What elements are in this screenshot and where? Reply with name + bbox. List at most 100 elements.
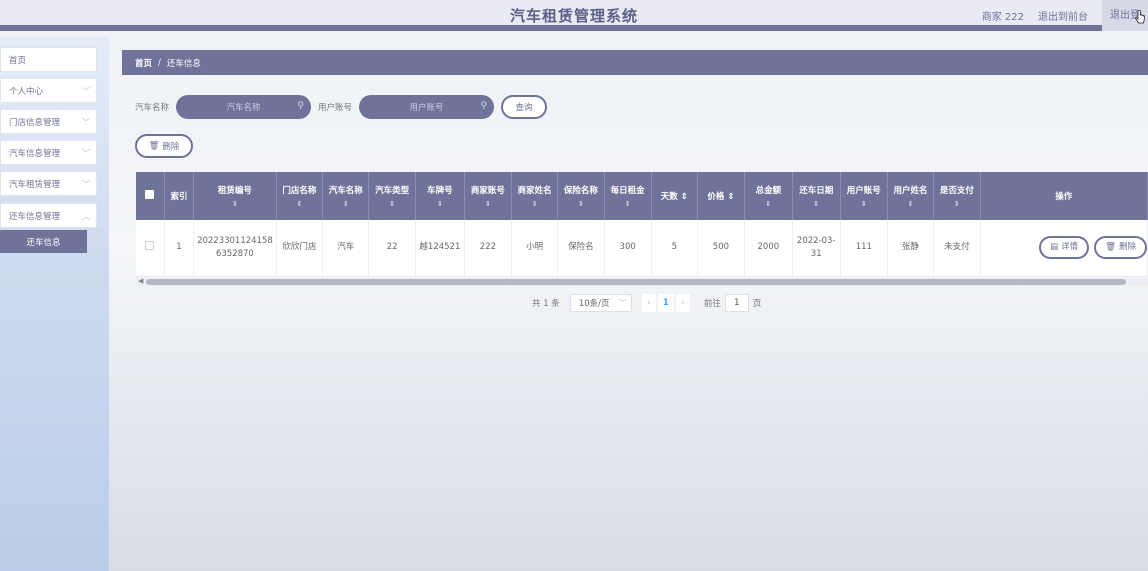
sort-icon[interactable]: ⇕ bbox=[371, 200, 413, 208]
page-size-select[interactable]: 10条/页 ﹀ bbox=[569, 294, 632, 312]
column-header[interactable]: 天数 ⇕ bbox=[651, 172, 698, 220]
horizontal-scrollbar[interactable]: ◀ bbox=[136, 277, 1148, 286]
batch-delete-button[interactable]: 🗑 删除 bbox=[135, 134, 193, 158]
column-header[interactable]: 车牌号 ⇕ bbox=[415, 172, 465, 220]
pagination: 共 1 条 10条/页 ﹀ ‹ 1 › 前往 1 页 bbox=[532, 294, 761, 312]
sort-icon[interactable]: ⇕ bbox=[747, 200, 790, 208]
column-header-label: 天数 bbox=[660, 192, 678, 202]
sidebar-item-rental-management[interactable]: 汽车租赁管理 ﹀ bbox=[0, 171, 97, 196]
page-suffix: 页 bbox=[752, 299, 762, 309]
column-header[interactable]: 商家账号 ⇕ bbox=[464, 172, 512, 220]
goto-page-input[interactable]: 1 bbox=[724, 294, 749, 312]
column-header[interactable]: 用户姓名 ⇕ bbox=[887, 172, 935, 220]
table-header-row: 索引 租赁编号 ⇕ 门店名称 ⇕ 汽车名称 ⇕ 汽车类型 ⇕ 车牌号 ⇕ 商家账号 ⇕ 商家… bbox=[136, 172, 1148, 220]
column-header-label: 汽车名称 bbox=[328, 186, 363, 196]
sidebar-item-label: 首页 bbox=[9, 55, 27, 66]
sort-icon[interactable]: ⇕ bbox=[681, 192, 688, 202]
cell-user-name: 张静 bbox=[887, 220, 935, 277]
cell-daily-rent: 300 bbox=[604, 220, 652, 277]
sidebar-item-label: 门店信息管理 bbox=[9, 117, 61, 128]
column-header-label: 总金额 bbox=[755, 186, 782, 196]
select-all-cell[interactable] bbox=[136, 172, 165, 220]
column-header-label: 是否支付 bbox=[939, 186, 974, 196]
sidebar-item-home[interactable]: 首页 bbox=[0, 47, 97, 72]
column-header[interactable]: 汽车类型 ⇕ bbox=[368, 172, 416, 220]
column-header-label: 保险名称 bbox=[563, 186, 598, 196]
chevron-down-icon: ﹀ bbox=[82, 118, 90, 127]
sidebar-item-return-management[interactable]: 还车信息管理 ︿ bbox=[0, 203, 97, 228]
column-header: 操作 bbox=[980, 172, 1148, 220]
row-checkbox[interactable] bbox=[145, 240, 155, 250]
sort-icon[interactable]: ⇕ bbox=[514, 200, 555, 208]
cell-total: 2000 bbox=[744, 220, 793, 277]
sidebar-item-car-management[interactable]: 汽车信息管理 ﹀ bbox=[0, 140, 97, 165]
next-page-button[interactable]: › bbox=[675, 294, 690, 312]
sort-icon[interactable]: ⇕ bbox=[795, 200, 838, 208]
breadcrumb: 首页 / 还车信息 bbox=[122, 50, 1148, 75]
column-header[interactable]: 是否支付 ⇕ bbox=[933, 172, 981, 220]
goto-label: 前往 bbox=[703, 299, 721, 309]
column-header[interactable]: 保险名称 ⇕ bbox=[557, 172, 605, 220]
column-header-label: 用户姓名 bbox=[893, 186, 928, 196]
sort-icon[interactable]: ⇕ bbox=[418, 200, 462, 208]
sidebar-item-label: 汽车信息管理 bbox=[9, 148, 61, 159]
sort-icon[interactable]: ⇕ bbox=[727, 192, 734, 202]
prev-page-button[interactable]: ‹ bbox=[641, 294, 656, 312]
chevron-down-icon: ﹀ bbox=[82, 87, 90, 96]
column-header[interactable]: 商家姓名 ⇕ bbox=[511, 172, 559, 220]
cell-price: 500 bbox=[697, 220, 745, 277]
car-name-label: 汽车名称 bbox=[135, 103, 170, 113]
column-header[interactable]: 用户账号 ⇕ bbox=[840, 172, 888, 220]
sidebar-item-store-management[interactable]: 门店信息管理 ﹀ bbox=[0, 109, 97, 134]
breadcrumb-current: 还车信息 bbox=[166, 58, 201, 69]
select-all-checkbox[interactable] bbox=[145, 190, 155, 199]
sort-icon[interactable]: ⇕ bbox=[467, 200, 509, 208]
cell-insurance: 保险名 bbox=[557, 220, 605, 277]
breadcrumb-home[interactable]: 首页 bbox=[135, 57, 152, 69]
scroll-left-icon[interactable]: ◀ bbox=[138, 277, 143, 285]
cell-actions: ▤ 详情 🗑 删除 bbox=[980, 220, 1148, 277]
back-to-front-link[interactable]: 退出到前台 bbox=[1038, 8, 1088, 23]
column-header-label: 租赁编号 bbox=[217, 186, 252, 196]
column-header[interactable]: 价格 ⇕ bbox=[697, 172, 745, 220]
query-button[interactable]: 查询 bbox=[501, 95, 548, 119]
sort-icon[interactable]: ⇕ bbox=[196, 200, 274, 208]
sidebar-subitem-return-info[interactable]: 还车信息 bbox=[0, 230, 87, 253]
column-header[interactable]: 总金额 ⇕ bbox=[744, 172, 793, 220]
car-name-input[interactable]: 汽车名称 ⚲ bbox=[176, 95, 312, 119]
cell-paid: 未支付 bbox=[933, 220, 981, 277]
sort-icon[interactable]: ⇕ bbox=[560, 200, 601, 208]
sort-icon[interactable]: ⇕ bbox=[936, 200, 977, 208]
chevron-up-icon: ︿ bbox=[82, 212, 90, 221]
column-header[interactable]: 租赁编号 ⇕ bbox=[193, 172, 277, 220]
column-header-label: 每日租金 bbox=[610, 186, 645, 196]
cell-car-type: 22 bbox=[368, 220, 416, 277]
sidebar-item-personal-center[interactable]: 个人中心 ﹀ bbox=[0, 78, 97, 103]
column-header-label: 汽车类型 bbox=[375, 186, 410, 196]
column-header[interactable]: 门店名称 ⇕ bbox=[276, 172, 324, 220]
cell-index: 1 bbox=[164, 220, 195, 277]
page-size-value: 10条/页 bbox=[578, 299, 610, 309]
column-header[interactable]: 汽车名称 ⇕ bbox=[322, 172, 370, 220]
detail-button[interactable]: ▤ 详情 bbox=[1039, 236, 1090, 260]
document-icon: ▤ bbox=[1050, 242, 1059, 253]
column-header[interactable]: 每日租金 ⇕ bbox=[604, 172, 652, 220]
cell-days: 5 bbox=[651, 220, 698, 277]
search-icon: ⚲ bbox=[297, 101, 305, 111]
search-icon: ⚲ bbox=[480, 101, 488, 111]
chevron-down-icon: ﹀ bbox=[82, 149, 90, 158]
sort-icon[interactable]: ⇕ bbox=[890, 200, 931, 208]
cell-return-date: 2022-03-31 bbox=[792, 220, 841, 277]
page-number[interactable]: 1 bbox=[657, 294, 674, 312]
user-account-input[interactable]: 用户账号 ⚲ bbox=[359, 95, 495, 119]
sidebar-item-label: 还车信息管理 bbox=[9, 211, 61, 222]
sort-icon[interactable]: ⇕ bbox=[843, 200, 885, 208]
column-header[interactable]: 还车日期 ⇕ bbox=[792, 172, 841, 220]
row-delete-label: 删除 bbox=[1118, 242, 1136, 253]
sort-icon[interactable]: ⇕ bbox=[279, 200, 320, 208]
sort-icon[interactable]: ⇕ bbox=[325, 200, 366, 208]
scrollbar-thumb[interactable] bbox=[146, 279, 1126, 285]
row-delete-button[interactable]: 🗑 删除 bbox=[1094, 236, 1147, 260]
sort-icon[interactable]: ⇕ bbox=[607, 200, 649, 208]
row-select-cell[interactable] bbox=[136, 220, 165, 277]
